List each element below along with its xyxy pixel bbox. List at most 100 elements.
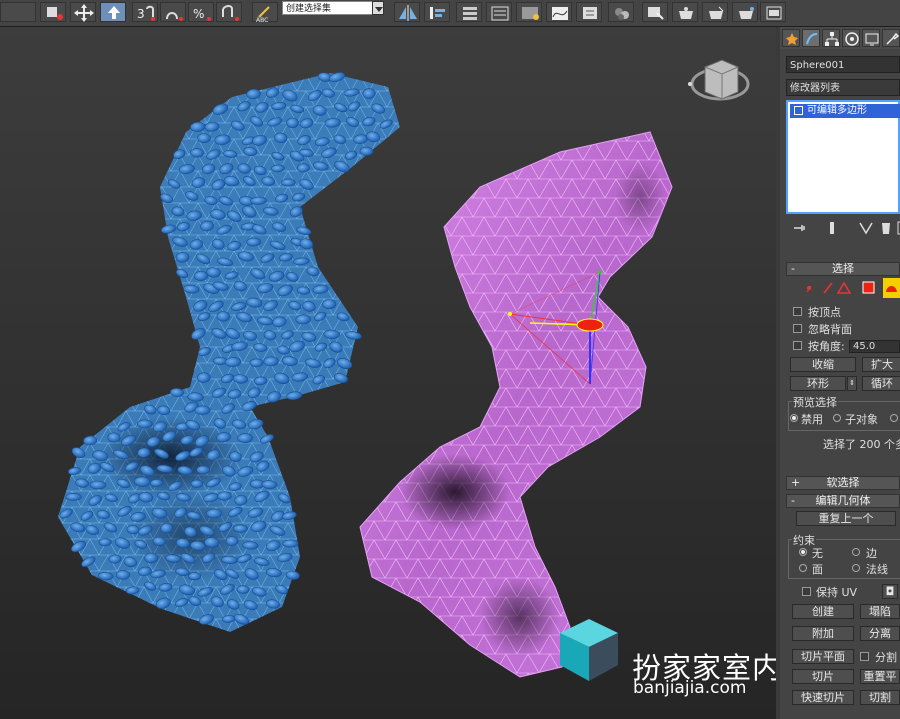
slice-button[interactable]: 切片 [792,669,854,684]
ring-spinner-icon[interactable]: ⇕ [847,376,857,391]
object-name-field[interactable]: Sphere001 [786,56,900,73]
capsule-instance [89,480,107,490]
constraint-face-radio[interactable] [799,564,807,572]
remove-modifier-icon[interactable] [878,220,894,236]
stack-item-editable-poly[interactable]: 可编辑多边形 [790,104,900,118]
pin-stack-icon[interactable] [792,220,808,236]
modifier-stack[interactable]: 可编辑多边形 [786,100,900,214]
select-and-manipulate-icon[interactable] [100,2,126,22]
chevron-down-icon[interactable] [372,1,384,15]
quickslice-button[interactable]: 快速切片 [792,690,854,705]
split-checkbox[interactable] [860,652,869,661]
vertex-icon[interactable] [806,285,812,293]
soft-selection-rollout-header[interactable]: + 软选择 [786,476,900,490]
edit-geometry-title: 编辑几何体 [815,494,871,507]
hierarchy-tab-icon[interactable] [822,29,840,47]
render-production-icon[interactable] [702,2,728,22]
detach-button[interactable]: 分离 [860,626,900,641]
display-tab-icon[interactable] [862,29,880,47]
scene-explorer-icon[interactable] [486,2,512,22]
by-angle-label: 按角度: [808,340,845,353]
cut-button[interactable]: 切割 [860,690,900,705]
reset-plane-button[interactable]: 重置平 [860,669,900,684]
edit-geometry-rollout-header[interactable]: - 编辑几何体 [786,494,900,508]
capsule-instance [190,479,204,488]
polygon-icon[interactable] [862,281,875,294]
repeat-last-button[interactable]: 重复上一个 [796,511,896,526]
capsule-instance [249,358,264,368]
preserve-uv-checkbox[interactable] [802,587,811,596]
align-icon[interactable] [424,2,450,22]
preview-subobject-radio[interactable] [833,414,841,422]
blue-scattered-object[interactable] [58,71,400,632]
capsule-instance [216,311,230,322]
select-object-icon[interactable] [40,2,66,22]
utilities-tab-icon[interactable] [882,29,900,47]
preserve-uv-label: 保持 UV [816,586,858,599]
ring-button[interactable]: 环形 [790,376,846,391]
attach-button[interactable]: 附加 [792,626,854,641]
preview-disabled-radio[interactable] [790,414,798,422]
modify-tab-icon[interactable] [802,29,820,47]
rendered-frame-window-icon[interactable] [672,2,698,22]
render-iterative-icon[interactable] [732,2,758,22]
preview-multi-radio[interactable] [890,414,898,422]
loop-button[interactable]: 循环 [862,376,900,391]
render-window-icon[interactable] [760,2,786,22]
pink-editable-poly-object[interactable] [359,131,673,678]
shrink-button[interactable]: 收缩 [790,357,856,372]
named-selection-set-field[interactable]: 创建选择集 [282,1,384,15]
create-tab-icon[interactable] [782,29,800,47]
make-unique-icon[interactable] [858,220,874,236]
collapse-button[interactable]: 塌陷 [860,604,900,619]
edge-icon[interactable] [823,282,833,294]
preview-subobject-label: 子对象 [845,413,878,426]
schematic-view-icon[interactable] [576,2,602,22]
watermark-url: banjiajia.com [633,678,747,698]
modifier-list-dropdown[interactable]: 修改器列表 [786,79,900,96]
configure-modifier-sets-icon[interactable] [896,220,900,236]
grow-button[interactable]: 扩大 [862,357,900,372]
curve-editor-icon[interactable] [546,2,572,22]
spinner-snap-icon[interactable] [216,2,242,22]
ribbon-toggle-icon[interactable] [516,2,542,22]
by-vertex-label: 按顶点 [808,306,841,319]
ignore-backfacing-checkbox[interactable] [793,324,802,333]
element-icon[interactable] [883,278,900,298]
capsule-instance [282,539,299,548]
material-editor-icon[interactable] [608,2,634,22]
angle-snap-icon[interactable] [160,2,186,22]
expand-icon[interactable] [794,105,803,115]
preview-disabled-label: 禁用 [801,413,823,426]
constraint-normal-radio[interactable] [852,564,860,572]
viewcube-icon[interactable] [688,59,750,101]
selection-filter-dropdown[interactable] [0,2,36,22]
capsule-instance [322,299,337,310]
stack-item-label: 可编辑多边形 [807,105,867,116]
constraint-none-radio[interactable] [799,548,807,556]
selection-rollout-header[interactable]: - 选择 [786,262,900,276]
constraint-face-label: 面 [812,563,823,576]
by-angle-checkbox[interactable] [793,341,802,350]
edit-named-selection-icon[interactable]: ABC [252,2,278,23]
subobject-level-icons [806,278,900,298]
snap-toggle-icon[interactable]: 3 [132,2,158,22]
border-icon[interactable] [836,281,852,294]
capsule-instance [136,419,153,429]
select-move-icon[interactable] [70,2,96,22]
constraint-edge-radio[interactable] [852,548,860,556]
layer-manager-icon[interactable] [456,2,482,22]
percent-snap-icon[interactable]: % [188,2,214,22]
show-end-result-icon[interactable] [824,220,840,236]
create-button[interactable]: 创建 [792,604,854,619]
capsule-instance [233,524,248,533]
constraint-none-label: 无 [812,547,823,560]
angle-spinner[interactable]: 45.0 [849,340,900,353]
by-vertex-checkbox[interactable] [793,307,802,316]
preserve-uv-settings-icon[interactable]: ◘ [882,584,898,599]
motion-tab-icon[interactable] [842,29,860,47]
perspective-viewport[interactable]: 扮家家室内设计 banjiajia.com [0,27,776,719]
mirror-icon[interactable] [394,2,420,22]
slice-plane-button[interactable]: 切片平面 [792,649,854,664]
render-setup-icon[interactable] [642,2,668,22]
